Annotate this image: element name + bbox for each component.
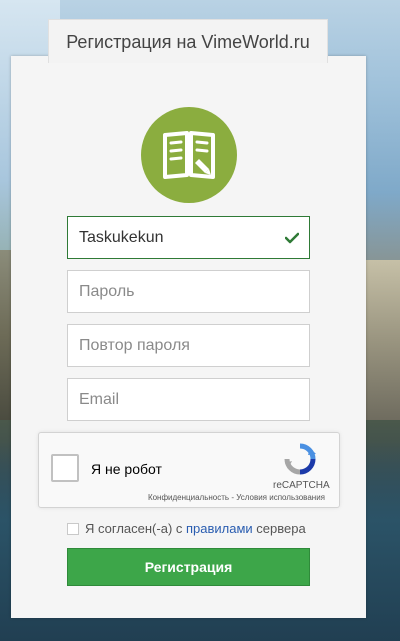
recaptcha-logo-icon (283, 442, 317, 481)
username-field[interactable] (67, 216, 310, 259)
recaptcha-label: Я не робот (91, 461, 162, 477)
terms-link[interactable]: Условия использования (236, 493, 325, 502)
recaptcha-brand: reCAPTCHA (273, 480, 330, 491)
check-icon (284, 231, 300, 249)
agreement-row: Я согласен(-а) с правилами сервера (67, 521, 306, 536)
background-cliff-right (360, 260, 400, 420)
register-button[interactable]: Регистрация (67, 548, 310, 586)
registration-tab[interactable]: Регистрация на VimeWorld.ru (48, 19, 328, 63)
password-field[interactable] (67, 270, 310, 313)
password-repeat-input[interactable] (68, 325, 309, 366)
recaptcha-legal: Конфиденциальность - Условия использован… (148, 493, 325, 502)
password-input[interactable] (68, 271, 309, 312)
rules-link[interactable]: правилами (186, 521, 253, 536)
email-input[interactable] (68, 379, 309, 420)
privacy-link[interactable]: Конфиденциальность (148, 493, 229, 502)
agreement-suffix: сервера (252, 521, 306, 536)
agreement-checkbox[interactable] (67, 523, 79, 535)
email-field[interactable] (67, 378, 310, 421)
recaptcha-checkbox[interactable] (51, 454, 79, 482)
book-pencil-icon (141, 107, 237, 203)
agreement-prefix: Я согласен(-а) с (85, 521, 186, 536)
recaptcha-widget: Я не робот reCAPTCHA Конфиденциальность … (38, 432, 340, 508)
username-input[interactable] (68, 217, 309, 258)
password-repeat-field[interactable] (67, 324, 310, 367)
page-title: Регистрация на VimeWorld.ru (66, 32, 310, 52)
